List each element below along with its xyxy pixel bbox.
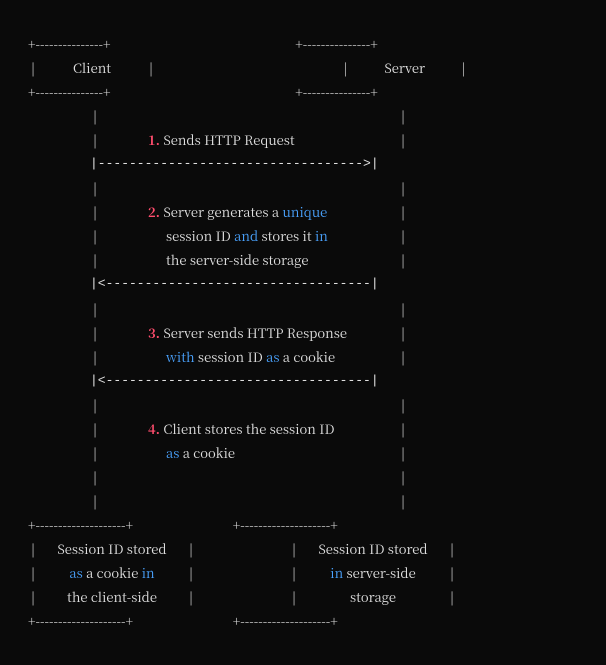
footer-lines: |Session ID stored||Session ID stored||a… — [28, 537, 578, 609]
step-number: 3. — [148, 323, 160, 342]
lifeline-area: |||1. Sends HTTP Request||--------------… — [28, 104, 578, 513]
client-footer-line: as a cookie in — [38, 561, 186, 585]
client-header-border-top: +---------------+ — [28, 34, 111, 53]
client-label: Client — [38, 56, 146, 80]
arrow-left: |<----------------------------------| — [28, 369, 578, 393]
step-number: 1. — [148, 130, 160, 149]
actor-header-border-bottom: +---------------+ +---------------+ — [28, 80, 578, 104]
server-footer-line: in server-side — [299, 561, 447, 585]
footer-border-top: +--------------------+ +----------------… — [28, 513, 578, 537]
client-footer-line: the client-side — [38, 585, 186, 609]
server-label: Server — [351, 56, 459, 80]
arrow-left: |<----------------------------------| — [28, 272, 578, 296]
server-header-border-top: +---------------+ — [295, 34, 378, 53]
server-footer-line: storage — [299, 585, 447, 609]
step-number: 4. — [148, 419, 160, 438]
server-footer-line: Session ID stored — [299, 537, 447, 561]
step-number: 2. — [148, 202, 160, 221]
actor-header-labels: |Client| |Server| — [28, 56, 578, 80]
arrow-right: |---------------------------------->| — [28, 152, 578, 176]
client-footer-line: Session ID stored — [38, 537, 186, 561]
footer-border-bottom: +--------------------+ +----------------… — [28, 609, 578, 633]
actor-header-row: +---------------+ +---------------+ — [28, 32, 578, 56]
